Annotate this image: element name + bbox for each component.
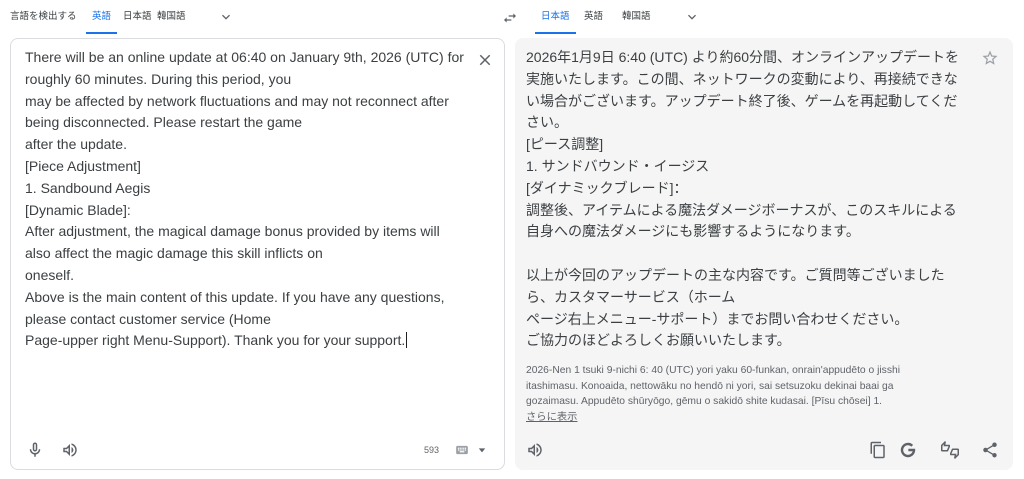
speaker-icon	[63, 443, 77, 457]
romanization-line: 2026-Nen 1 tsuki 9-nichi 6: 40 (UTC) yor…	[526, 365, 900, 376]
source-text-line: After adjustment, the magical damage bon…	[25, 223, 440, 240]
chevron-down-icon	[222, 14, 230, 20]
keyboard-button[interactable]	[454, 442, 470, 458]
source-panel: There will be an online update at 06:40 …	[10, 38, 505, 470]
source-text-line: also affect the magic damage this skill …	[25, 245, 323, 262]
translation-line: い場合がございます。アップデート終了後、ゲームを再起動してくだ	[526, 92, 958, 109]
swap-icon	[504, 13, 516, 23]
source-text-line: roughly 60 minutes. During this period, …	[25, 70, 292, 87]
text-cursor	[406, 332, 408, 349]
star-icon	[982, 50, 998, 65]
romanization-line: itashimasu. Konoaida, nettowāku no hendō…	[526, 380, 894, 392]
keyboard-options-button[interactable]	[477, 445, 487, 455]
source-text-line: please contact customer service (Home	[25, 310, 271, 327]
translation-line: ら、カスタマーサービス（ホーム	[526, 288, 736, 305]
clear-source-button[interactable]	[473, 48, 497, 72]
source-text-line-last: Page-upper right Menu-Support). Thank yo…	[25, 330, 464, 352]
share-translation-button[interactable]	[978, 438, 1002, 462]
source-text-line: 1. Sandbound Aegis	[25, 179, 151, 196]
translation-paragraph: 以上が今回のアップデートの主な内容です。ご質問等ございました ら、カスタマーサー…	[526, 265, 959, 352]
target-lang-tab-english[interactable]: 英語	[578, 4, 609, 34]
caret-down-icon	[478, 448, 486, 453]
translation-line: さい。	[526, 114, 568, 131]
save-translation-button[interactable]	[978, 46, 1002, 70]
translation-line: ご協力のほどよろしくお願いいたします。	[526, 332, 791, 349]
translation-line: 2026年1月9日 6:40 (UTC) より約60分間、オンラインアップデート…	[526, 49, 960, 65]
translation-line: 自身への魔法ダメージにも影響するようになります。	[526, 223, 860, 240]
source-text-line: being disconnected. Please restart the g…	[25, 114, 303, 131]
swap-languages-button[interactable]	[502, 10, 518, 26]
keyboard-icon	[456, 445, 468, 455]
translation-output: 2026年1月9日 6:40 (UTC) より約60分間、オンラインアップデート…	[526, 47, 959, 352]
source-lang-tab-english[interactable]: 英語	[86, 4, 118, 34]
romanization-line: gozaimasu. Appudēto shūryōgo, gēmu o sak…	[526, 396, 883, 407]
target-lang-tab-japanese[interactable]: 日本語	[535, 4, 576, 34]
source-text-input[interactable]: There will be an online update at 06:40 …	[25, 47, 464, 352]
copy-icon	[870, 441, 885, 459]
speaker-icon	[528, 443, 542, 457]
copy-translation-button[interactable]	[866, 438, 890, 462]
source-text-line: Above is the main content of this update…	[25, 288, 445, 305]
translation-paragraph: 2026年1月9日 6:40 (UTC) より約60分間、オンラインアップデート…	[526, 47, 959, 243]
google-g-icon	[900, 442, 916, 458]
chevron-down-icon	[688, 14, 696, 20]
character-count: 593	[424, 445, 440, 455]
mic-icon	[29, 442, 41, 457]
source-text-line: may be affected by network fluctuations …	[25, 92, 449, 109]
close-icon	[479, 54, 491, 66]
target-panel: 2026年1月9日 6:40 (UTC) より約60分間、オンラインアップデート…	[515, 38, 1013, 470]
source-lang-tab-detect[interactable]: 言語を検出する	[4, 4, 83, 34]
thumbs-up-down-icon	[941, 441, 959, 459]
translation-line: [ピース調整]	[526, 136, 604, 153]
source-lang-tab-korean[interactable]: 韓国語	[151, 4, 192, 34]
listen-translation-button[interactable]	[523, 438, 547, 462]
translation-line: 1. サンドバウンド・イージス	[526, 157, 710, 174]
source-text-line: There will be an online update at 06:40 …	[25, 49, 464, 65]
source-text-line: [Piece Adjustment]	[25, 157, 141, 174]
translation-line: 調整後、アイテムによる魔法ダメージボーナスが、このスキルによる	[526, 201, 957, 218]
translation-line: 以上が今回のアップデートの主な内容です。ご質問等ございました	[526, 266, 945, 283]
translation-line: ページ右上メニュー-サポート）までお問い合わせください。	[526, 310, 909, 327]
source-text-line: Page-upper right Menu-Support). Thank yo…	[25, 332, 406, 349]
source-text-line: oneself.	[25, 266, 75, 283]
voice-input-button[interactable]	[23, 438, 47, 462]
translation-line: 実施いたします。この間、ネットワークの変動により、再接続できな	[526, 70, 958, 87]
source-text-line: after the update.	[25, 136, 127, 153]
source-text-line: [Dynamic Blade]:	[25, 201, 131, 218]
show-more-link[interactable]: さらに表示	[526, 412, 577, 423]
google-search-button[interactable]	[896, 438, 920, 462]
romanization: 2026-Nen 1 tsuki 9-nichi 6: 40 (UTC) yor…	[526, 363, 900, 425]
listen-source-button[interactable]	[58, 438, 82, 462]
share-icon	[983, 442, 997, 458]
rate-translation-button[interactable]	[938, 438, 962, 462]
source-more-languages-button[interactable]	[218, 9, 234, 25]
translation-line: [ダイナミックブレード]：	[526, 179, 688, 196]
target-lang-tab-korean[interactable]: 韓国語	[616, 4, 657, 34]
target-more-languages-button[interactable]	[684, 9, 700, 25]
